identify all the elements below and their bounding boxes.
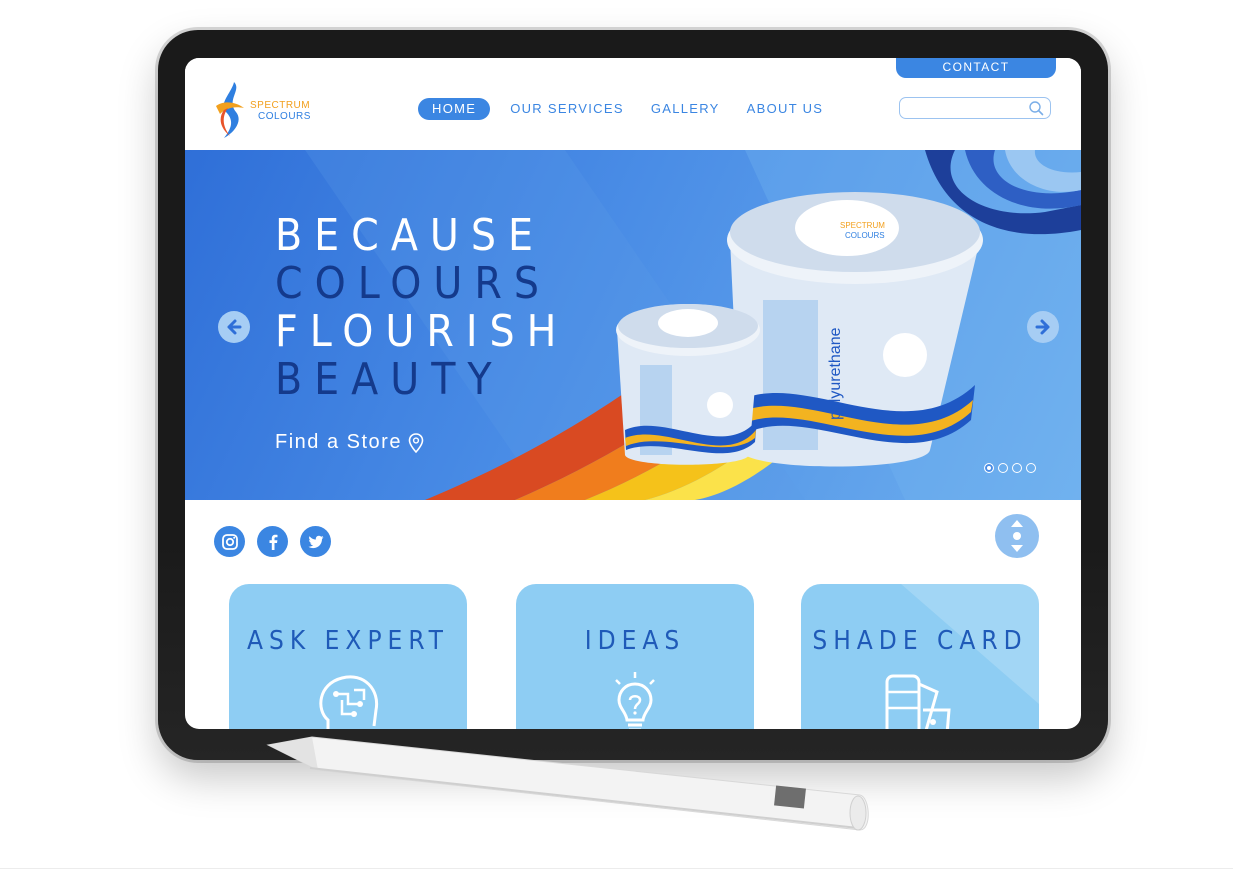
site-header: SPECTRUM COLOURS HOME OUR SERVICES GALLE… — [185, 58, 1081, 150]
logo-text: SPECTRUM COLOURS — [250, 100, 311, 122]
search-icon[interactable] — [1028, 100, 1044, 116]
brain-head-icon — [319, 675, 379, 729]
arrow-left-icon — [227, 319, 242, 335]
hero-line-2: COLOURS — [275, 258, 552, 309]
slider-dot-3[interactable] — [1012, 463, 1022, 473]
slider-dot-1[interactable] — [984, 463, 994, 473]
product-label: polyurethane — [827, 327, 844, 420]
facebook-icon[interactable] — [257, 526, 288, 557]
small-paint-bucket — [616, 304, 760, 465]
large-paint-bucket: SPECTRUM COLOURS polyurethane — [727, 192, 983, 467]
logo[interactable]: SPECTRUM COLOURS — [212, 78, 322, 142]
floor-line — [0, 868, 1233, 869]
svg-text:COLOURS: COLOURS — [845, 231, 885, 240]
hero-line-1: BECAUSE — [275, 210, 546, 261]
main-nav: HOME OUR SERVICES GALLERY ABOUT US — [418, 98, 850, 120]
hero-line-3: FLOURISH — [275, 306, 569, 357]
shade-card-icon — [885, 674, 951, 729]
card-title-shade-card: SHADE CARD — [812, 626, 1028, 656]
card-title-ideas: IDEAS — [584, 626, 686, 656]
instagram-icon[interactable] — [214, 526, 245, 557]
nav-our-services[interactable]: OUR SERVICES — [510, 98, 624, 120]
logo-line-1: SPECTRUM — [250, 100, 311, 111]
hero-slider: SPECTRUM COLOURS polyurethane BECAUSE CO… — [185, 150, 1081, 500]
nav-gallery[interactable]: GALLERY — [651, 98, 720, 120]
search-input[interactable] — [906, 98, 1030, 118]
location-pin-icon — [408, 432, 424, 453]
card-ideas[interactable]: IDEAS — [516, 584, 754, 729]
lightbulb-icon — [615, 672, 655, 729]
scroll-updown-icon — [1011, 520, 1023, 552]
card-title-ask-expert: ASK EXPERT — [247, 626, 449, 656]
slider-dot-4[interactable] — [1026, 463, 1036, 473]
find-store-label: Find a Store — [275, 431, 402, 453]
card-ask-expert[interactable]: ASK EXPERT — [229, 584, 467, 729]
search-box — [899, 97, 1051, 119]
social-links — [214, 526, 343, 557]
arrow-right-icon — [1035, 319, 1050, 335]
contact-button[interactable]: CONTACT — [896, 58, 1056, 78]
card-shade-card[interactable]: SHADE CARD — [801, 584, 1039, 729]
nav-about-us[interactable]: ABOUT US — [747, 98, 824, 120]
slider-next-button[interactable] — [1027, 311, 1059, 343]
find-store-link[interactable]: Find a Store — [275, 431, 424, 454]
hero-headline: BECAUSE COLOURS FLOURISH BEAUTY — [275, 212, 568, 404]
svg-text:SPECTRUM: SPECTRUM — [840, 221, 885, 230]
slider-prev-button[interactable] — [218, 311, 250, 343]
hero-line-4: BEAUTY — [275, 354, 504, 405]
logo-mark-icon — [216, 82, 244, 138]
scroll-control-button[interactable] — [995, 514, 1039, 558]
logo-line-2: COLOURS — [258, 111, 311, 122]
slider-dots — [984, 463, 1040, 473]
nav-home[interactable]: HOME — [418, 98, 491, 120]
twitter-icon[interactable] — [300, 526, 331, 557]
tablet-screen: SPECTRUM COLOURS HOME OUR SERVICES GALLE… — [185, 58, 1081, 729]
slider-dot-2[interactable] — [998, 463, 1008, 473]
